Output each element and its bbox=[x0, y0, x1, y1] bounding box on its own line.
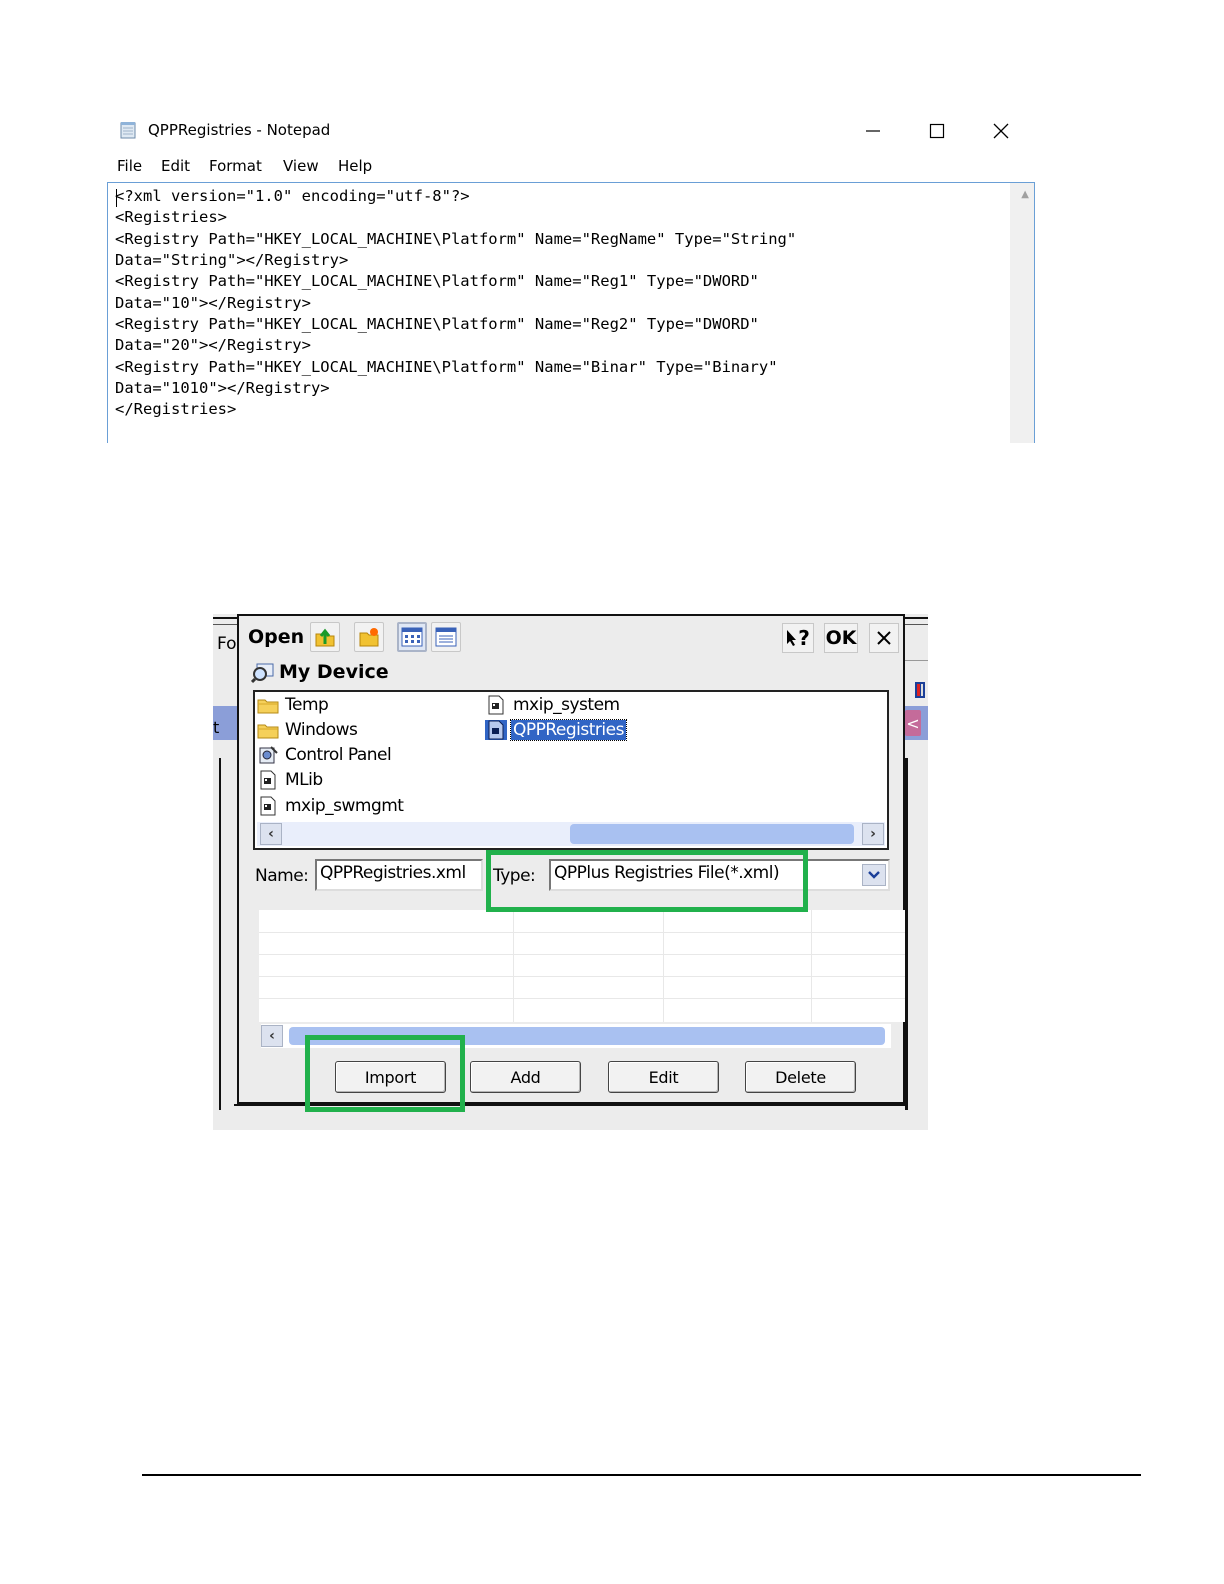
file-name: QPPRegistries bbox=[510, 719, 627, 741]
menu-view[interactable]: View bbox=[283, 157, 319, 175]
new-folder-icon bbox=[359, 628, 379, 647]
scroll-thumb[interactable] bbox=[570, 824, 854, 844]
notepad-window: QPPRegistries - Notepad File Edit Format… bbox=[107, 110, 1035, 443]
chevron-down-icon bbox=[868, 871, 880, 879]
dialog-close-button[interactable] bbox=[869, 623, 899, 653]
vertical-scrollbar[interactable]: ▲ bbox=[1010, 183, 1034, 443]
bg-app-top-rule-right bbox=[905, 617, 928, 619]
text-caret bbox=[116, 189, 117, 207]
details-view-button[interactable] bbox=[431, 622, 461, 652]
file-icon bbox=[260, 796, 276, 816]
list-item[interactable]: Temp bbox=[257, 693, 330, 717]
delete-button[interactable]: Delete bbox=[745, 1061, 856, 1093]
registry-grid[interactable] bbox=[259, 910, 905, 1022]
bg-app-letter: t bbox=[213, 718, 220, 737]
up-folder-button[interactable] bbox=[310, 622, 340, 652]
file-name: mxip_swmgmt bbox=[285, 796, 404, 816]
new-folder-button[interactable] bbox=[354, 622, 384, 652]
name-label: Name: bbox=[255, 866, 309, 886]
file-icon bbox=[260, 770, 276, 790]
control-panel-icon bbox=[259, 746, 278, 764]
up-folder-icon bbox=[315, 628, 335, 647]
list-view-icon bbox=[401, 627, 423, 647]
list-item[interactable]: mxip_swmgmt bbox=[257, 794, 405, 818]
dialog-title: Open bbox=[248, 626, 305, 648]
menu-edit[interactable]: Edit bbox=[161, 157, 190, 175]
edit-button[interactable]: Edit bbox=[608, 1061, 719, 1093]
file-name-input[interactable]: QPPRegistries.xml bbox=[315, 859, 483, 891]
bg-app-left-border bbox=[219, 758, 239, 1110]
current-location: My Device bbox=[279, 661, 389, 683]
menu-format[interactable]: Format bbox=[209, 157, 262, 175]
details-view-icon bbox=[435, 627, 457, 647]
text-editor[interactable]: <?xml version="1.0" encoding="utf-8"?> <… bbox=[107, 182, 1035, 443]
maximize-button[interactable] bbox=[917, 116, 957, 146]
file-name: Windows bbox=[285, 720, 358, 740]
bg-app-label: Fo bbox=[217, 634, 237, 654]
file-name: Control Panel bbox=[285, 745, 392, 765]
scroll-right-arrow-icon[interactable]: › bbox=[862, 823, 884, 845]
notepad-icon bbox=[120, 122, 136, 139]
help-button[interactable]: ? bbox=[782, 623, 814, 653]
bg-app-top-rule-right-2 bbox=[905, 624, 928, 625]
bg-app-toolbar-icon bbox=[915, 682, 925, 698]
menu-help[interactable]: Help bbox=[338, 157, 372, 175]
scroll-left-arrow-icon[interactable]: ‹ bbox=[261, 1025, 283, 1047]
folder-icon bbox=[257, 724, 279, 739]
menu-bar: File Edit Format View Help bbox=[107, 154, 1035, 180]
device-search-icon bbox=[251, 663, 274, 684]
close-button[interactable] bbox=[981, 116, 1021, 146]
close-icon bbox=[993, 123, 1009, 139]
list-item-selected[interactable]: QPPRegistries bbox=[485, 718, 627, 742]
add-button[interactable]: Add bbox=[470, 1061, 581, 1093]
list-item[interactable]: mxip_system bbox=[485, 693, 622, 717]
bg-app-rule-right bbox=[905, 660, 928, 661]
editor-content[interactable]: <?xml version="1.0" encoding="utf-8"?> <… bbox=[115, 186, 796, 421]
grid-line bbox=[513, 910, 514, 1022]
help-arrow-icon bbox=[787, 630, 797, 646]
device-screenshot: Fo t < Open ? OK My Device Temp Windows … bbox=[213, 614, 928, 1130]
type-highlight-box bbox=[486, 850, 808, 912]
file-name: mxip_system bbox=[513, 695, 620, 715]
file-list-horizontal-scrollbar[interactable]: ‹ › bbox=[257, 822, 885, 846]
list-item[interactable]: Control Panel bbox=[257, 743, 393, 767]
help-label: ? bbox=[798, 626, 810, 650]
minimize-button[interactable] bbox=[853, 116, 893, 146]
import-highlight-box bbox=[305, 1035, 465, 1112]
list-item[interactable]: MLib bbox=[257, 768, 325, 792]
bg-app-top-rule bbox=[213, 617, 237, 619]
bg-app-back-icon: < bbox=[905, 710, 921, 736]
folder-icon bbox=[257, 699, 279, 714]
footer-rule bbox=[142, 1474, 1141, 1476]
scroll-left-arrow-icon[interactable]: ‹ bbox=[260, 823, 282, 845]
file-name: MLib bbox=[285, 770, 323, 790]
file-name: Temp bbox=[285, 695, 329, 715]
grid-line bbox=[663, 910, 664, 1022]
bg-app-top-rule-2 bbox=[213, 624, 237, 625]
file-icon bbox=[488, 695, 504, 715]
list-item[interactable]: Windows bbox=[257, 718, 359, 742]
menu-file[interactable]: File bbox=[117, 157, 142, 175]
minimize-icon bbox=[866, 130, 880, 132]
file-list[interactable]: Temp Windows Control Panel MLib mxip_swm… bbox=[253, 690, 889, 850]
notepad-titlebar[interactable]: QPPRegistries - Notepad bbox=[107, 110, 1035, 152]
window-title: QPPRegistries - Notepad bbox=[148, 121, 331, 139]
close-icon bbox=[877, 631, 891, 645]
grid-line bbox=[259, 954, 905, 955]
ok-button[interactable]: OK bbox=[824, 623, 858, 653]
list-view-button[interactable] bbox=[397, 622, 427, 652]
grid-line bbox=[811, 910, 812, 1022]
maximize-icon bbox=[929, 123, 945, 139]
file-icon bbox=[485, 720, 507, 740]
scroll-up-arrow-icon[interactable]: ▲ bbox=[1021, 189, 1029, 200]
grid-line bbox=[259, 998, 905, 999]
dropdown-button[interactable] bbox=[862, 864, 886, 886]
grid-line bbox=[259, 976, 905, 977]
bg-app-right-border bbox=[905, 758, 908, 1110]
grid-line bbox=[259, 932, 905, 933]
